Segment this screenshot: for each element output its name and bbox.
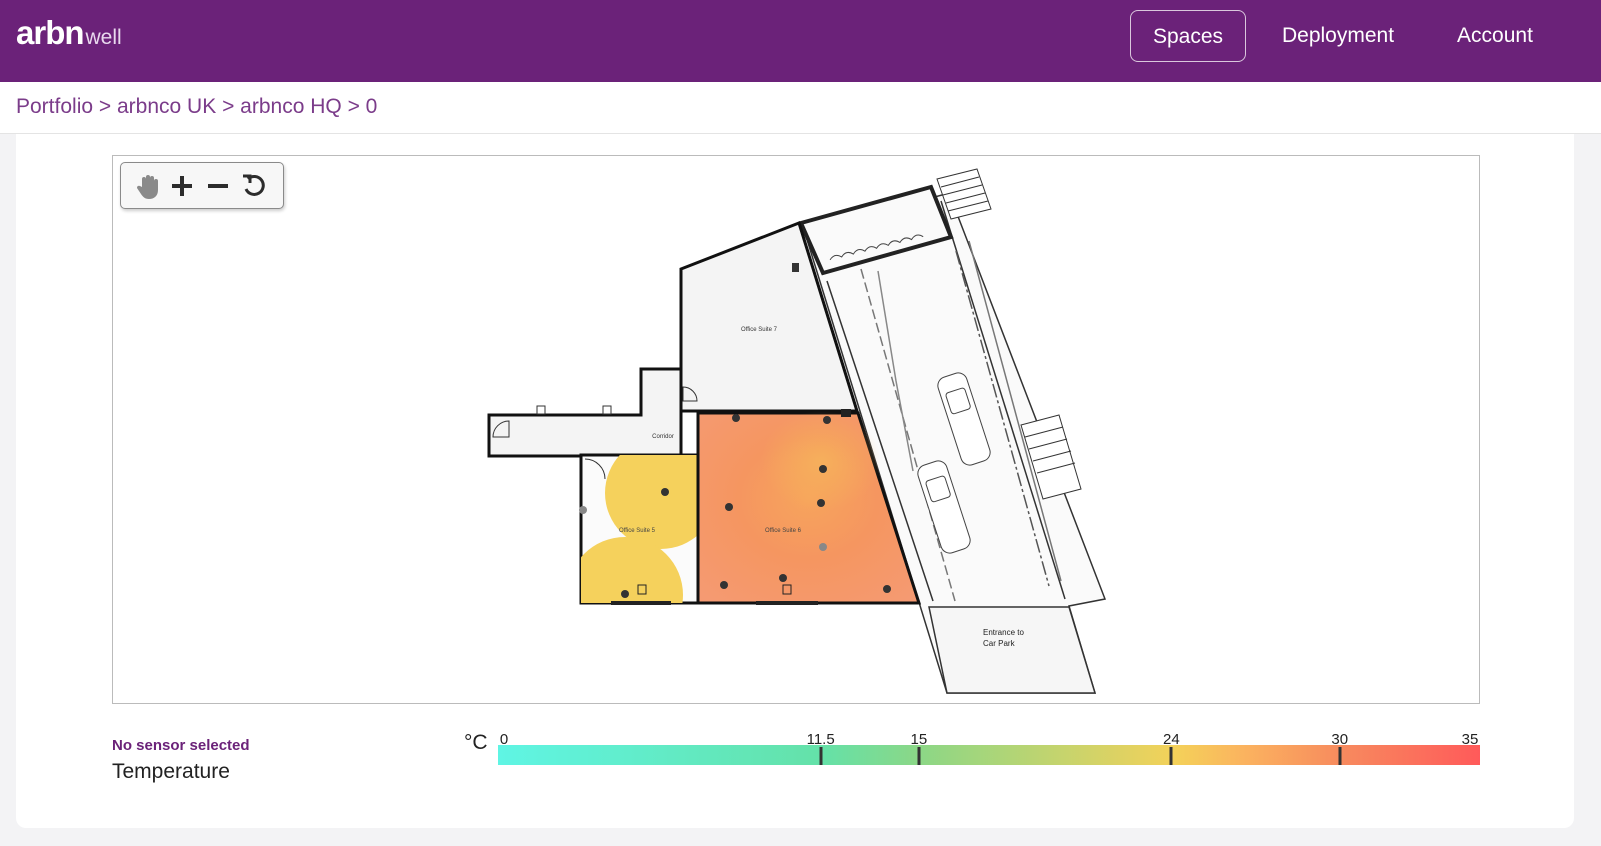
map-toolbar (120, 162, 284, 209)
sensor-dot[interactable] (579, 506, 587, 514)
window-marker (602, 405, 612, 415)
arbnwell-logo[interactable]: arbnwell (16, 14, 122, 52)
room-label: Office Suite 6 (765, 528, 802, 534)
nav-deployment-button[interactable]: Deployment (1268, 10, 1408, 62)
column (792, 263, 799, 272)
pan-hand-icon[interactable] (133, 171, 163, 201)
sensor-dot[interactable] (779, 574, 787, 582)
breadcrumb-separator: > (222, 95, 235, 118)
breadcrumb-separator: > (347, 95, 360, 118)
sensor-dot[interactable] (732, 414, 740, 422)
sensor-dot[interactable] (720, 581, 728, 589)
scale-tick-mark (1169, 747, 1173, 765)
entrance-label: Entrance to (983, 628, 1024, 637)
metric-label: Temperature (112, 760, 230, 783)
breadcrumb-arbnco-hq[interactable]: arbnco HQ (240, 95, 342, 118)
floorplan-viewer[interactable]: Office Suite 7 Corridor Office Suite 5 O… (112, 155, 1480, 704)
scale-tick-label: 35 (1461, 731, 1479, 748)
room-label: Office Suite 5 (619, 528, 656, 534)
breadcrumb: Portfolio > arbnco UK > arbnco HQ > 0 (16, 95, 377, 119)
entrance-label: Car Park (983, 639, 1016, 648)
heatmap-hotspot (761, 411, 881, 511)
zoom-in-icon[interactable] (167, 171, 197, 201)
breadcrumb-arbnco-uk[interactable]: arbnco UK (117, 95, 216, 118)
scale-tick-label: 11.5 (806, 731, 835, 748)
room-label: Corridor (652, 434, 674, 440)
breadcrumb-portfolio[interactable]: Portfolio (16, 95, 93, 118)
temperature-scale-bar (498, 745, 1480, 765)
sensor-dot[interactable] (621, 590, 629, 598)
window-marker (536, 405, 546, 415)
floorplan-drawing[interactable]: Office Suite 7 Corridor Office Suite 5 O… (113, 156, 1480, 704)
sensor-status: No sensor selected (112, 737, 250, 754)
scale-tick-label: 15 (910, 731, 928, 748)
breadcrumb-separator: > (98, 95, 112, 118)
zoom-out-icon[interactable] (203, 171, 233, 201)
scale-tick-mark (819, 747, 823, 765)
breadcrumb-floor[interactable]: 0 (366, 95, 378, 118)
scale-tick-label: 0 (499, 731, 509, 748)
entrance-area (928, 606, 1097, 694)
breadcrumb-bar: Portfolio > arbnco UK > arbnco HQ > 0 (0, 82, 1601, 134)
sensor-dot[interactable] (817, 499, 825, 507)
scale-tick-label: 30 (1331, 731, 1349, 748)
sensor-dot[interactable] (883, 585, 891, 593)
sensor-dot[interactable] (823, 416, 831, 424)
sensor-dot[interactable] (819, 543, 827, 551)
scale-tick-mark (1338, 747, 1342, 765)
scale-tick-label: 24 (1163, 731, 1180, 748)
unit-label: °C (464, 731, 488, 754)
sensor-dot[interactable] (819, 465, 827, 473)
nav-account-button[interactable]: Account (1440, 10, 1550, 62)
top-navigation-bar: arbnwell Spaces Deployment Account (0, 0, 1601, 82)
sensor-dot[interactable] (661, 488, 669, 496)
nav-spaces-button[interactable]: Spaces (1130, 10, 1246, 62)
corridor[interactable] (487, 367, 683, 458)
sensor-dot[interactable] (725, 503, 733, 511)
reset-icon[interactable] (239, 171, 269, 201)
room-label: Office Suite 7 (741, 327, 778, 333)
scale-tick-mark (917, 747, 921, 765)
